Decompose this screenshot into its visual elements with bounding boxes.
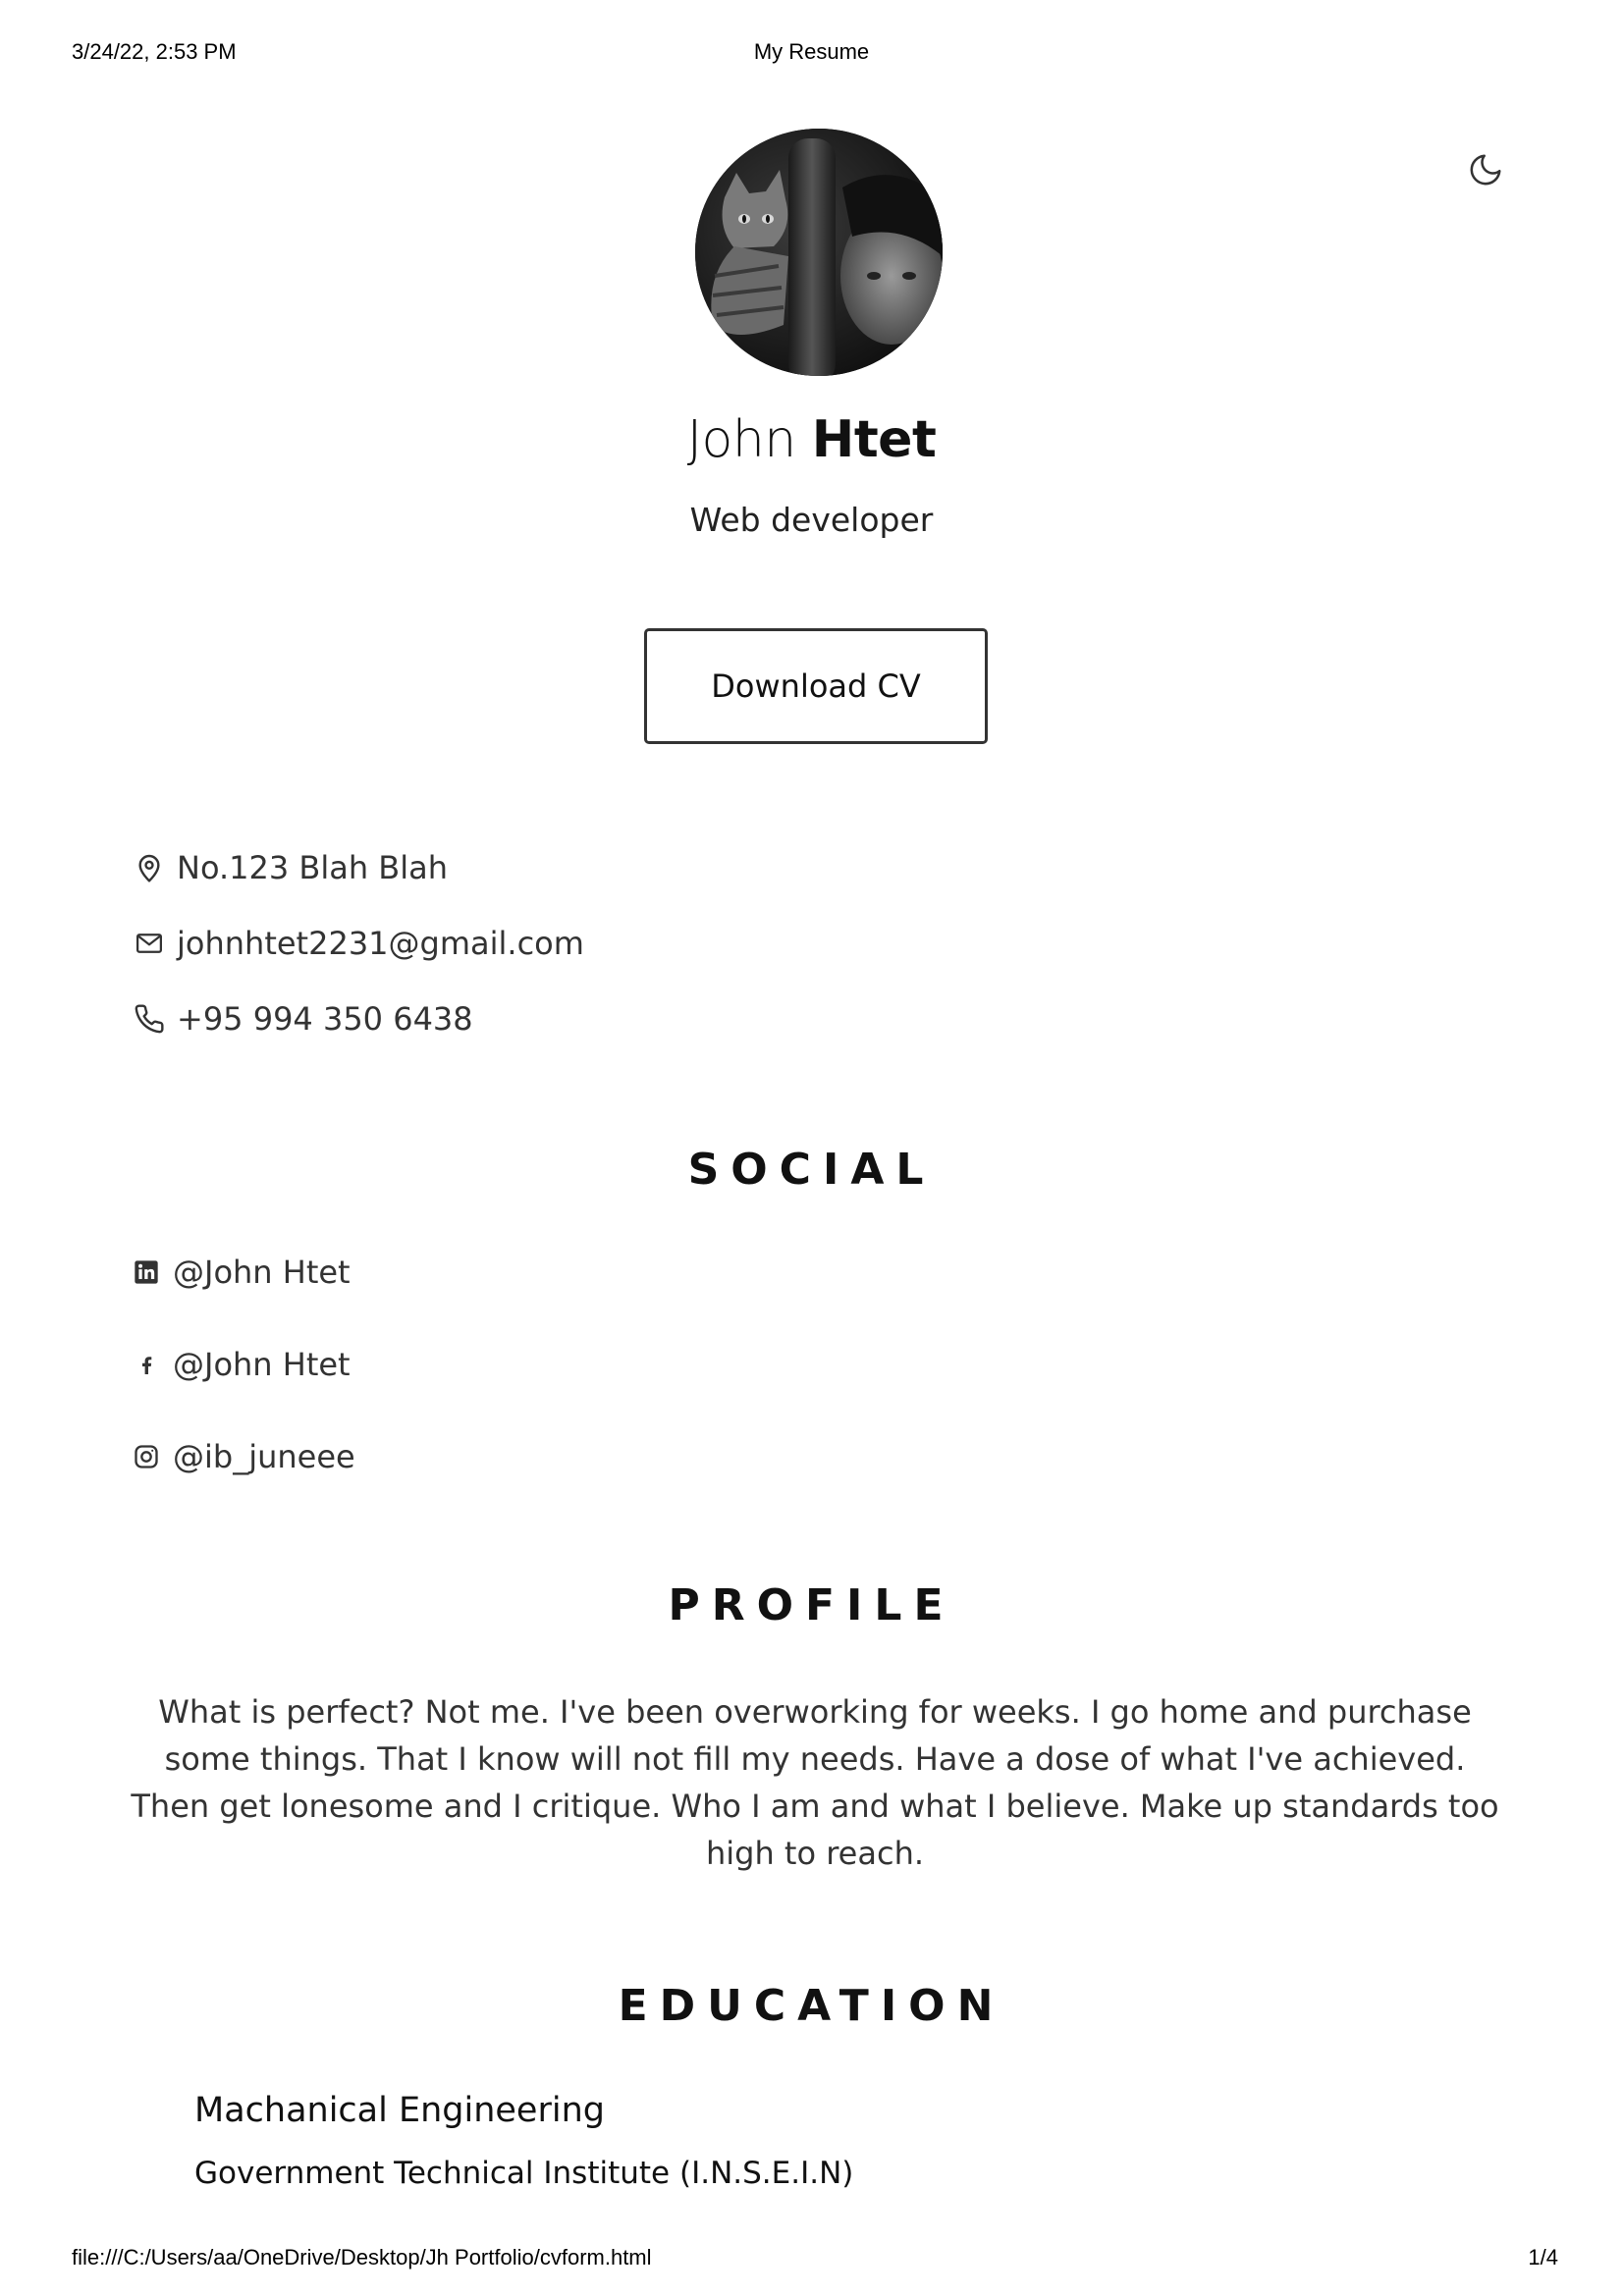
address-text: No.123 Blah Blah <box>177 849 449 886</box>
avatar <box>695 129 943 376</box>
social-item-instagram[interactable]: @ib_juneee <box>132 1433 355 1480</box>
social-handle: @ib_juneee <box>173 1438 355 1475</box>
person-name: John Htet <box>0 410 1623 469</box>
social-handle: @John Htet <box>173 1346 351 1383</box>
linkedin-icon <box>132 1257 161 1287</box>
social-item-facebook[interactable]: @John Htet <box>132 1341 351 1388</box>
theme-toggle-button[interactable] <box>1463 147 1508 192</box>
location-pin-icon <box>132 850 167 885</box>
address-row: No.123 Blah Blah <box>132 844 448 891</box>
print-page-number: 1/4 <box>1528 2245 1558 2269</box>
profile-text: What is perfect? Not me. I've been overw… <box>131 1693 1499 1872</box>
job-title: Web developer <box>689 501 934 539</box>
phone-icon <box>132 1001 167 1037</box>
print-title: My Resume <box>753 39 870 64</box>
moon-icon <box>1470 154 1501 186</box>
instagram-icon <box>132 1442 161 1471</box>
first-name: John <box>686 410 797 469</box>
last-name: Htet <box>811 410 937 469</box>
download-cv-button[interactable]: Download CV <box>644 628 988 744</box>
education-school: Government Technical Institute (I.N.S.E.… <box>194 2156 854 2191</box>
social-item-linkedin[interactable]: @John Htet <box>132 1249 351 1296</box>
email-row[interactable]: johnhtet2231@gmail.com <box>132 920 584 967</box>
education-section-title: EDUCATION <box>618 1981 1005 2031</box>
email-text[interactable]: johnhtet2231@gmail.com <box>177 925 584 962</box>
facebook-icon <box>132 1350 161 1379</box>
mail-icon <box>132 926 167 961</box>
education-degree: Machanical Engineering <box>194 2091 605 2130</box>
profile-section-title: PROFILE <box>668 1580 955 1630</box>
social-handle: @John Htet <box>173 1254 351 1291</box>
phone-text[interactable]: +95 994 350 6438 <box>177 1000 473 1038</box>
print-url: file:///C:/Users/aa/OneDrive/Desktop/Jh … <box>72 2245 652 2269</box>
social-section-title: SOCIAL <box>687 1145 936 1195</box>
phone-row[interactable]: +95 994 350 6438 <box>132 995 473 1042</box>
